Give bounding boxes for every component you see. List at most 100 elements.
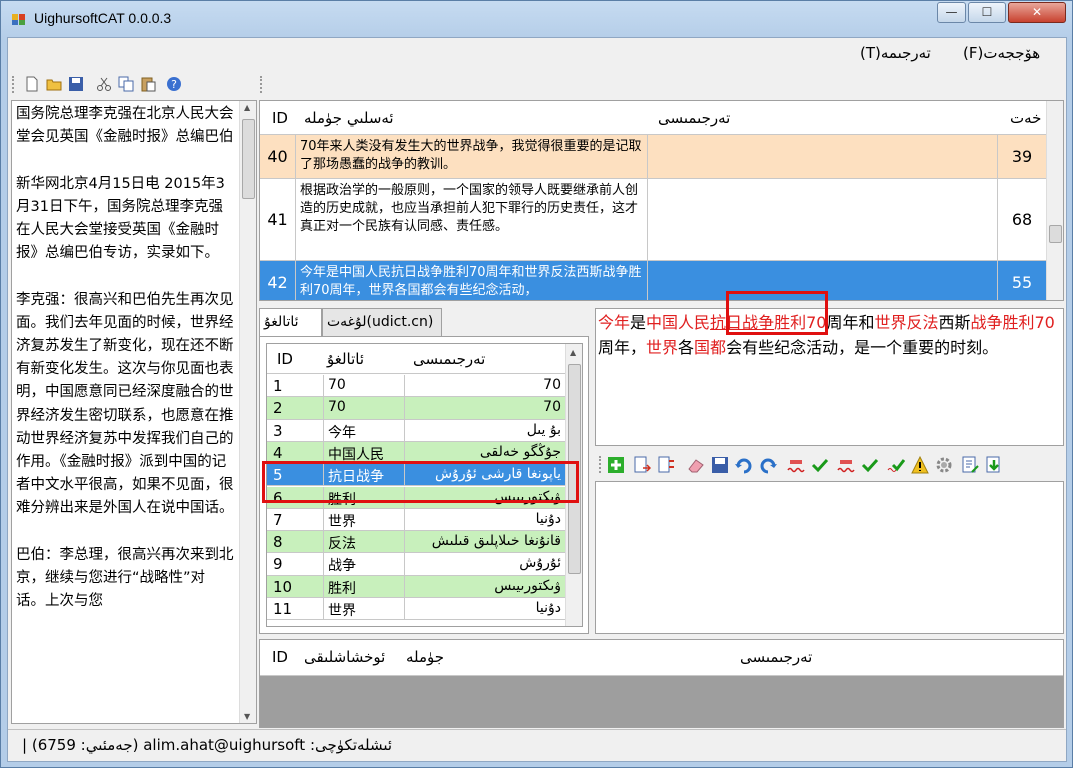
col-target[interactable]: تەرجىمىسى	[658, 109, 730, 127]
tm-col-similarity[interactable]: ئوخشاشلىقى	[304, 648, 385, 666]
plain-text: 周年和	[826, 313, 875, 332]
add-icon[interactable]	[607, 456, 625, 474]
col-id[interactable]: ID	[272, 109, 288, 127]
tab-dictionary[interactable]: لۇغەت(udict.cn)	[322, 308, 442, 337]
warning-icon[interactable]	[911, 456, 929, 474]
machine-translation-panel[interactable]: 今年是中国人民抗日战争胜利70周年和世界反法西斯战争胜利70周年，世界各国都会有…	[595, 308, 1064, 446]
scroll-up-icon[interactable]: ▲	[244, 103, 250, 112]
eraser-icon[interactable]	[687, 456, 705, 474]
check-icon[interactable]	[887, 456, 905, 474]
glossary-term: 胜利	[324, 486, 405, 508]
term-highlight[interactable]: 中国人民	[646, 313, 710, 332]
open-icon[interactable]	[46, 76, 62, 92]
list-item[interactable]: 7 世界 دۇنيا	[267, 508, 567, 532]
status-bar: ئىشلەتكۈچى: alim.ahat@uighursoft (جەمئىي…	[8, 729, 1066, 761]
glossary-id: 9	[267, 553, 324, 575]
edit-document-icon[interactable]	[961, 456, 979, 474]
maximize-button[interactable]: ☐	[968, 2, 1006, 23]
paste-icon[interactable]	[140, 76, 156, 92]
help-icon[interactable]: ?	[166, 76, 182, 92]
grid-scroll-thumb[interactable]	[1049, 225, 1062, 243]
glossary-table[interactable]: ID ئاتالغۇ تەرجىمىسى 1 70 70 2 70 70 3 今年 بۇ ي…	[266, 343, 583, 627]
glossary-col-translation[interactable]: تەرجىمىسى	[413, 350, 485, 368]
glossary-col-term[interactable]: ئاتالغۇ	[327, 350, 364, 368]
term-highlight-selected[interactable]: 抗日战争	[710, 313, 774, 332]
row-source[interactable]: 根据政治学的一般原则，一个国家的领导人既要继承前人创造的历史成就，也应当承担前人…	[296, 179, 648, 260]
source-document-text[interactable]: 国务院总理李克强在北京人民大会堂会见英国《金融时报》总编巴伯 新华网北京4月15…	[16, 103, 234, 613]
save-icon[interactable]	[68, 76, 84, 92]
term-highlight[interactable]: 70	[806, 313, 826, 332]
check-icon[interactable]	[861, 456, 879, 474]
spell-check-icon[interactable]	[837, 456, 855, 474]
close-button[interactable]: ✕	[1008, 2, 1066, 23]
term-highlight[interactable]: 胜利	[774, 313, 806, 332]
term-highlight[interactable]: 今年	[598, 313, 630, 332]
svg-text:?: ?	[171, 78, 177, 91]
list-item[interactable]: 2 70 70	[267, 397, 567, 420]
menu-file[interactable]: ھۆججەت(F)	[963, 44, 1040, 62]
save-icon[interactable]	[711, 456, 729, 474]
scroll-down-icon[interactable]: ▼	[244, 712, 250, 721]
glossary-term: 战争	[324, 553, 405, 575]
tm-col-id[interactable]: ID	[272, 648, 288, 666]
translation-memory-grid[interactable]: ID ئوخشاشلىقى جۈملە تەرجىمىسى	[259, 639, 1064, 728]
list-item[interactable]: 9 战争 ئۇرۇش	[267, 553, 567, 576]
copy-icon[interactable]	[118, 76, 134, 92]
segments-grid[interactable]: ID ئەسلىي جۈملە تەرجىمىسى خەت 40 70年来人类没…	[259, 100, 1064, 301]
tm-col-translation[interactable]: تەرجىمىسى	[740, 648, 812, 666]
grid-scrollbar[interactable]	[1046, 101, 1063, 300]
insert-icon[interactable]	[633, 456, 651, 474]
translation-editor[interactable]	[595, 481, 1064, 634]
term-highlight[interactable]: 世界	[646, 338, 678, 357]
list-item-selected[interactable]: 5 抗日战争 ياپونغا قارشى ئۇرۇش	[267, 464, 567, 487]
list-item[interactable]: 10 胜利 ۋىكتورىيىس	[267, 575, 567, 598]
spell-check-icon[interactable]	[787, 456, 805, 474]
toolbar-grip[interactable]	[12, 76, 15, 93]
row-source[interactable]: 70年来人类没有发生大的世界战争，我觉得很重要的是记取了那场愚蠢的战争的教训。	[296, 135, 648, 178]
list-item[interactable]: 8 反法 قانۇنغا خىلاپلىق قىلىش	[267, 531, 567, 554]
table-row[interactable]: 41 根据政治学的一般原则，一个国家的领导人既要继承前人创造的历史成就，也应当承…	[260, 179, 1046, 261]
row-source[interactable]: 今年是中国人民抗日战争胜利70周年和世界反法西斯战争胜利70周年，世界各国都会有…	[296, 261, 648, 300]
redo-icon[interactable]	[759, 456, 777, 474]
source-document-panel[interactable]: 国务院总理李克强在北京人民大会堂会见英国《金融时报》总编巴伯 新华网北京4月15…	[11, 100, 257, 724]
table-row-selected[interactable]: 42 今年是中国人民抗日战争胜利70周年和世界反法西斯战争胜利70周年，世界各国…	[260, 261, 1046, 300]
col-length[interactable]: خەت	[1010, 109, 1041, 127]
import-icon[interactable]	[985, 456, 1003, 474]
new-icon[interactable]	[24, 76, 40, 92]
undo-icon[interactable]	[735, 456, 753, 474]
glossary-translation: 70	[405, 397, 565, 419]
glossary-scroll-thumb[interactable]	[568, 364, 581, 574]
list-item[interactable]: 4 中国人民 جۇڭگو خەلقى	[267, 441, 567, 465]
editor-toolbar-grip[interactable]	[599, 456, 602, 473]
list-item[interactable]: 3 今年 بۇ يىل	[267, 419, 567, 442]
source-scrollbar[interactable]: ▲ ▼	[239, 101, 256, 723]
row-target[interactable]	[648, 179, 998, 260]
tm-grid-header: ID ئوخشاشلىقى جۈملە تەرجىمىسى	[260, 640, 1063, 676]
term-highlight[interactable]: 战争胜利	[970, 313, 1034, 332]
source-scroll-thumb[interactable]	[242, 119, 255, 199]
glossary-col-id[interactable]: ID	[277, 350, 293, 368]
toolbar-grip-2[interactable]	[260, 76, 263, 93]
glossary-scrollbar[interactable]: ▲	[565, 344, 582, 626]
term-highlight[interactable]: 世界反法	[874, 313, 938, 332]
merge-icon[interactable]	[657, 456, 675, 474]
list-item[interactable]: 11 世界 دۇنيا	[267, 598, 567, 621]
annotated-source-text[interactable]: 今年是中国人民抗日战争胜利70周年和世界反法西斯战争胜利70周年，世界各国都会有…	[598, 311, 1060, 360]
col-source[interactable]: ئەسلىي جۈملە	[304, 109, 394, 127]
tm-col-sentence[interactable]: جۈملە	[406, 648, 444, 666]
menu-translate[interactable]: تەرجىمە(T)	[860, 44, 931, 62]
list-item[interactable]: 6 胜利 ۋىكتورىيىس	[267, 486, 567, 509]
table-row[interactable]: 40 70年来人类没有发生大的世界战争，我觉得很重要的是记取了那场愚蠢的战争的教…	[260, 135, 1046, 179]
row-target[interactable]	[648, 261, 998, 300]
term-highlight[interactable]: 70	[1035, 313, 1055, 332]
row-target[interactable]	[648, 135, 998, 178]
scroll-up-icon[interactable]: ▲	[570, 348, 576, 357]
settings-icon[interactable]	[935, 456, 953, 474]
term-highlight[interactable]: 国都	[694, 338, 726, 357]
minimize-button[interactable]: —	[937, 2, 966, 23]
list-item[interactable]: 1 70 70	[267, 375, 567, 398]
check-icon[interactable]	[811, 456, 829, 474]
plain-text: 西斯	[938, 313, 971, 332]
tab-glossary[interactable]: ئاتالغۇ	[259, 308, 322, 339]
cut-icon[interactable]	[96, 76, 112, 92]
